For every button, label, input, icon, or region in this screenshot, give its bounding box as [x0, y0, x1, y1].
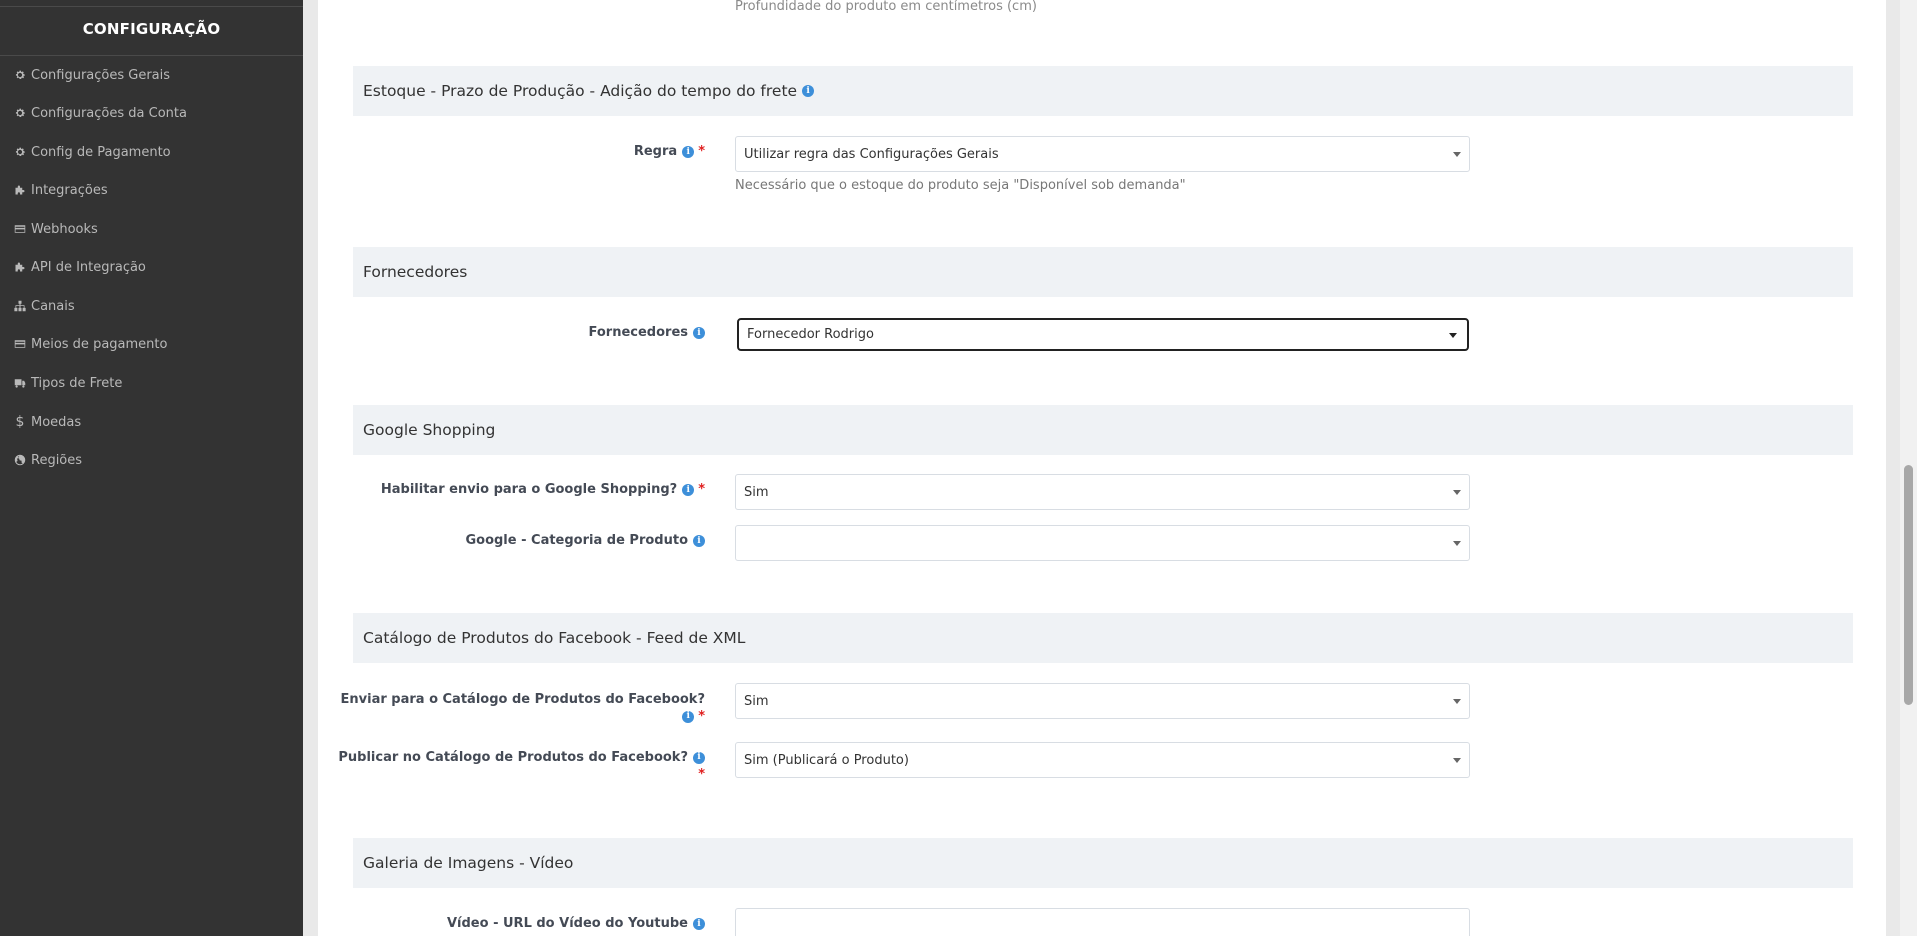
- sidebar-item-canais[interactable]: Canais: [0, 291, 303, 321]
- sidebar: CONFIGURAÇÃO Configurações Gerais Config…: [0, 0, 303, 936]
- select-value: Sim: [744, 484, 769, 500]
- fornecedores-select[interactable]: Fornecedor Rodrigo: [737, 318, 1469, 351]
- label-text: Regra: [633, 144, 678, 159]
- section-title: Google Shopping: [363, 421, 496, 439]
- sidebar-item-meios-pagamento[interactable]: Meios de pagamento: [0, 329, 303, 359]
- chevron-down-icon: [1449, 332, 1457, 338]
- sidebar-item-label: Meios de pagamento: [31, 336, 168, 352]
- label-text: Publicar no Catálogo de Produtos do Face…: [338, 750, 688, 765]
- video-url-input[interactable]: [735, 908, 1470, 936]
- google-categoria-select[interactable]: [735, 525, 1470, 561]
- select-value: Utilizar regra das Configurações Gerais: [744, 146, 999, 162]
- select-value: Sim (Publicará o Produto): [744, 752, 909, 768]
- required-marker: *: [698, 482, 705, 497]
- sidebar-item-label: API de Integração: [31, 259, 146, 275]
- truck-icon: [13, 376, 27, 390]
- gear-icon: [13, 68, 27, 82]
- facebook-enviar-label: Enviar para o Catálogo de Produtos do Fa…: [341, 691, 706, 725]
- sidebar-item-label: Webhooks: [31, 221, 98, 237]
- section-header-estoque: Estoque - Prazo de Produção - Adição do …: [353, 66, 1853, 116]
- google-habilitar-label: Habilitar envio para o Google Shopping? i…: [381, 482, 705, 497]
- puzzle-icon: [13, 260, 27, 274]
- scrollbar-thumb[interactable]: [1904, 465, 1913, 705]
- google-categoria-label: Google - Categoria de Produto i: [465, 533, 705, 548]
- info-icon[interactable]: i: [693, 534, 705, 547]
- info-icon[interactable]: i: [682, 710, 695, 723]
- section-header-fornecedores: Fornecedores: [353, 247, 1853, 297]
- facebook-publicar-select[interactable]: Sim (Publicará o Produto): [735, 742, 1470, 778]
- sidebar-item-tipos-frete[interactable]: Tipos de Frete: [0, 368, 303, 398]
- label-line: Publicar no Catálogo de Produtos do Face…: [338, 749, 705, 766]
- section-title: Galeria de Imagens - Vídeo: [363, 854, 574, 872]
- info-icon[interactable]: i: [693, 751, 705, 764]
- facebook-publicar-label: Publicar no Catálogo de Produtos do Face…: [338, 749, 705, 783]
- gear-icon: [13, 145, 27, 159]
- depth-hint: Profundidade do produto em centímetros (…: [735, 0, 1037, 14]
- sidebar-item-label: Config de Pagamento: [31, 144, 171, 160]
- sidebar-item-regioes[interactable]: Regiões: [0, 445, 303, 475]
- label-markers: *: [338, 766, 705, 783]
- regra-hint: Necessário que o estoque do produto seja…: [735, 178, 1186, 193]
- fornecedores-label: Fornecedores i: [588, 325, 705, 340]
- label-text: Google - Categoria de Produto: [465, 533, 688, 548]
- section-title: Fornecedores: [363, 263, 468, 281]
- required-marker: *: [698, 767, 705, 782]
- sidebar-item-configuracoes-gerais[interactable]: Configurações Gerais: [0, 60, 303, 90]
- label-markers: i *: [341, 708, 705, 725]
- card-icon: [13, 222, 27, 236]
- label-text: Enviar para o Catálogo de Produtos do Fa…: [340, 692, 706, 707]
- globe-icon: [13, 453, 27, 467]
- sidebar-item-webhooks[interactable]: Webhooks: [0, 214, 303, 244]
- select-value: Sim: [744, 693, 769, 709]
- section-title: Catálogo de Produtos do Facebook - Feed …: [363, 629, 746, 647]
- sidebar-item-api-integracao[interactable]: API de Integração: [0, 252, 303, 282]
- sidebar-item-label: Tipos de Frete: [31, 375, 123, 391]
- sitemap-icon: [13, 299, 27, 313]
- label-text: Fornecedores: [588, 325, 689, 340]
- card-icon: [13, 337, 27, 351]
- info-icon[interactable]: i: [693, 326, 705, 339]
- sidebar-item-label: Configurações da Conta: [31, 105, 187, 121]
- dollar-icon: $: [15, 414, 25, 430]
- info-icon[interactable]: i: [682, 145, 695, 158]
- label-text: Habilitar envio para o Google Shopping?: [380, 482, 678, 497]
- sidebar-item-label: Configurações Gerais: [31, 67, 171, 83]
- sidebar-item-integracoes[interactable]: Integrações: [0, 175, 303, 205]
- section-header-galeria: Galeria de Imagens - Vídeo: [353, 838, 1853, 888]
- regra-select[interactable]: Utilizar regra das Configurações Gerais: [735, 136, 1470, 172]
- scrollbar[interactable]: [1900, 0, 1917, 936]
- chevron-down-icon: [1453, 699, 1461, 704]
- facebook-enviar-select[interactable]: Sim: [735, 683, 1470, 719]
- section-title: Estoque - Prazo de Produção - Adição do …: [363, 82, 798, 100]
- sidebar-item-config-pagamento[interactable]: Config de Pagamento: [0, 137, 303, 167]
- info-icon[interactable]: i: [802, 85, 815, 97]
- sidebar-item-moedas[interactable]: $ Moedas: [0, 407, 303, 437]
- select-value: Fornecedor Rodrigo: [747, 327, 874, 342]
- regra-label: Regra i *: [634, 144, 705, 159]
- puzzle-icon: [13, 183, 27, 197]
- required-marker: *: [698, 144, 705, 159]
- gear-icon: [13, 106, 27, 120]
- divider: [0, 55, 303, 56]
- video-url-label: Vídeo - URL do Vídeo do Youtube i: [447, 916, 705, 931]
- sidebar-title: CONFIGURAÇÃO: [82, 20, 221, 38]
- chevron-down-icon: [1453, 490, 1461, 495]
- chevron-down-icon: [1453, 758, 1461, 763]
- section-header-facebook: Catálogo de Produtos do Facebook - Feed …: [353, 613, 1853, 663]
- label-text: Vídeo - URL do Vídeo do Youtube: [446, 916, 688, 931]
- chevron-down-icon: [1453, 152, 1461, 157]
- sidebar-item-label: Regiões: [31, 452, 83, 468]
- info-icon[interactable]: i: [682, 483, 695, 496]
- chevron-down-icon: [1453, 541, 1461, 546]
- info-icon[interactable]: i: [693, 917, 705, 930]
- sidebar-item-label: Canais: [31, 298, 75, 314]
- google-habilitar-select[interactable]: Sim: [735, 474, 1470, 510]
- required-marker: *: [698, 709, 705, 724]
- sidebar-item-label: Integrações: [31, 182, 108, 198]
- sidebar-item-label: Moedas: [31, 414, 82, 430]
- section-header-google-shopping: Google Shopping: [353, 405, 1853, 455]
- sidebar-item-configuracoes-conta[interactable]: Configurações da Conta: [0, 98, 303, 128]
- divider: [0, 6, 303, 7]
